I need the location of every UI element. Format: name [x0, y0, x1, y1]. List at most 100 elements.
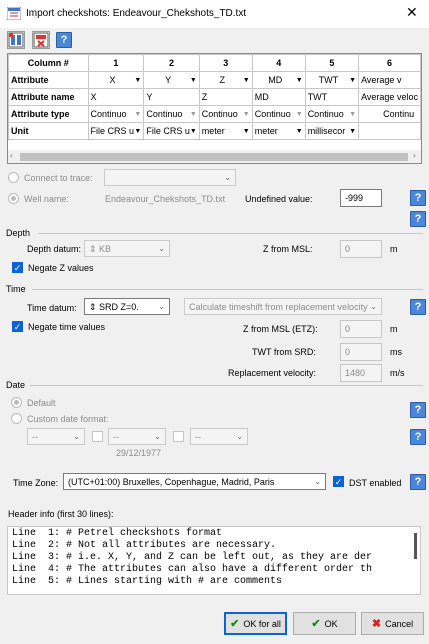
separator-checkbox[interactable] — [173, 431, 184, 442]
date-format-example: 29/12/1977 — [116, 448, 162, 458]
timeshift-method-combo[interactable]: Calculate timeshift from replacement vel… — [184, 298, 382, 315]
attribute-name-cell[interactable]: Average veloc — [358, 88, 421, 106]
dropdown-arrow-icon[interactable]: ▼ — [243, 77, 250, 84]
row-label: Unit — [8, 122, 89, 140]
attribute-type-cell[interactable]: Continuo ▼ — [304, 105, 360, 123]
dropdown-arrow-icon[interactable]: ▼ — [134, 77, 141, 84]
well-name-radio[interactable] — [8, 193, 19, 204]
attribute-type-cell[interactable]: Continu — [358, 105, 421, 123]
header-info-text[interactable]: Line 1: # Petrel checkshots format Line … — [7, 526, 421, 595]
negate-z-checkbox[interactable]: ✓ — [12, 262, 23, 273]
dropdown-arrow-icon[interactable]: ▼ — [243, 111, 250, 118]
close-icon[interactable]: ✕ — [406, 5, 418, 19]
cell-value: Continuo — [201, 109, 238, 119]
dropdown-arrow-icon[interactable]: ▼ — [190, 77, 197, 84]
dropdown-arrow-icon[interactable]: ▼ — [349, 128, 356, 135]
unit-cell[interactable]: meter ▼ — [251, 122, 306, 140]
twt-srd-unit: ms — [390, 347, 402, 357]
help-icon[interactable]: ? — [56, 32, 72, 48]
unit-cell[interactable]: millisecor ▼ — [304, 122, 360, 140]
dropdown-arrow-icon[interactable]: ▼ — [296, 111, 303, 118]
custom-date-radio[interactable] — [11, 413, 22, 424]
attribute-name-cell[interactable]: Y — [143, 88, 200, 106]
dropdown-arrow-icon[interactable]: ▼ — [243, 128, 250, 135]
app-icon — [6, 6, 22, 21]
attribute-name-cell[interactable]: Z — [198, 88, 253, 106]
scroll-left-icon[interactable]: ‹ — [10, 151, 13, 160]
column-grid[interactable]: Column # 1 2 3 4 5 6 Attribute X ▼ Y ▼ Z ▼ … — [7, 53, 422, 164]
ok-for-all-button[interactable]: ✔ OK for all — [224, 612, 287, 635]
vertical-scroll-thumb[interactable] — [414, 533, 417, 559]
header-line: Line 2: # Not all attributes are necessa… — [12, 540, 277, 551]
z-msl-label: Z from MSL: — [263, 244, 313, 254]
attribute-cell[interactable]: Z ▼ — [198, 71, 253, 89]
twt-srd-input[interactable]: 0 — [340, 343, 382, 361]
table-row: Attribute X ▼ Y ▼ Z ▼ MD ▼ TWT ▼ Average v — [8, 71, 421, 89]
z-msl-etz-input[interactable]: 0 — [340, 320, 382, 338]
horizontal-scrollbar[interactable]: ‹ › — [8, 150, 421, 163]
dropdown-arrow-icon[interactable]: ▼ — [349, 111, 356, 118]
depth-datum-combo[interactable]: ⇕ KB ⌄ — [84, 240, 170, 257]
checkmark-icon: ✔ — [230, 618, 240, 630]
dropdown-arrow-icon[interactable]: ▼ — [190, 128, 197, 135]
help-icon[interactable]: ? — [410, 474, 426, 490]
dropdown-arrow-icon[interactable]: ▼ — [134, 111, 141, 118]
cell-value: TWT — [318, 75, 339, 85]
attribute-cell[interactable]: Y ▼ — [143, 71, 200, 89]
time-datum-combo[interactable]: ⇕ SRD Z=0. ⌄ — [84, 298, 170, 315]
timezone-combo[interactable]: (UTC+01:00) Bruxelles, Copenhague, Madri… — [63, 473, 326, 490]
connect-radio[interactable] — [8, 172, 19, 183]
cell-value: File CRS u — [90, 126, 135, 136]
attribute-type-cell[interactable]: Continuo ▼ — [143, 105, 200, 123]
help-icon[interactable]: ? — [410, 190, 426, 206]
column-header: 4 — [251, 54, 306, 72]
date-part-combo[interactable]: -- ⌄ — [27, 428, 85, 445]
default-date-radio[interactable] — [11, 397, 22, 408]
chevron-down-icon: ⌄ — [370, 302, 377, 311]
attribute-name-cell[interactable]: TWT — [304, 88, 360, 106]
scroll-right-icon[interactable]: › — [413, 151, 416, 160]
twt-srd-label: TWT from SRD: — [252, 347, 316, 357]
attribute-cell[interactable]: X ▼ — [87, 71, 145, 89]
date-part-combo[interactable]: -- ⌄ — [190, 428, 248, 445]
dropdown-arrow-icon[interactable]: ▼ — [296, 128, 303, 135]
cell-value: meter — [201, 126, 225, 136]
divider — [32, 289, 423, 290]
scroll-thumb[interactable] — [20, 153, 408, 161]
dropdown-arrow-icon[interactable]: ▼ — [296, 77, 303, 84]
row-label: Attribute type — [8, 105, 89, 123]
cancel-button[interactable]: ✖ Cancel — [361, 612, 424, 635]
attribute-cell[interactable]: MD ▼ — [251, 71, 306, 89]
help-icon[interactable]: ? — [410, 211, 426, 227]
dropdown-arrow-icon[interactable]: ▼ — [134, 128, 141, 135]
dropdown-arrow-icon[interactable]: ▼ — [190, 111, 197, 118]
separator-checkbox[interactable] — [92, 431, 103, 442]
help-icon[interactable]: ? — [410, 299, 426, 315]
unit-cell[interactable]: File CRS u ▼ — [87, 122, 145, 140]
negate-time-checkbox[interactable]: ✓ — [12, 321, 23, 332]
z-msl-input[interactable]: 0 — [340, 240, 382, 258]
unit-cell[interactable]: File CRS u ▼ — [143, 122, 200, 140]
date-part-combo[interactable]: -- ⌄ — [108, 428, 166, 445]
dst-checkbox[interactable]: ✓ — [333, 476, 344, 487]
undefined-value-input[interactable]: -999 — [340, 189, 382, 207]
attribute-type-cell[interactable]: Continuo ▼ — [87, 105, 145, 123]
window-title: Import checkshots: Endeavour_Chekshots_T… — [26, 8, 247, 19]
delete-columns-icon[interactable] — [32, 31, 50, 49]
unit-cell[interactable] — [358, 122, 421, 140]
help-icon[interactable]: ? — [410, 429, 426, 445]
trace-combo[interactable]: ⌄ — [104, 169, 236, 186]
attribute-name-cell[interactable]: MD — [251, 88, 306, 106]
unit-cell[interactable]: meter ▼ — [198, 122, 253, 140]
help-icon[interactable]: ? — [410, 402, 426, 418]
add-columns-icon[interactable] — [7, 31, 25, 49]
attribute-name-cell[interactable]: X — [87, 88, 145, 106]
ok-button[interactable]: ✔ OK — [293, 612, 356, 635]
replacement-velocity-input[interactable]: 1480 — [340, 364, 382, 382]
attribute-type-cell[interactable]: Continuo ▼ — [251, 105, 306, 123]
attribute-type-cell[interactable]: Continuo ▼ — [198, 105, 253, 123]
attribute-cell[interactable]: Average v — [358, 71, 421, 89]
dropdown-arrow-icon[interactable]: ▼ — [349, 77, 356, 84]
cell-value: Continuo — [146, 109, 183, 119]
attribute-cell[interactable]: TWT ▼ — [304, 71, 360, 89]
